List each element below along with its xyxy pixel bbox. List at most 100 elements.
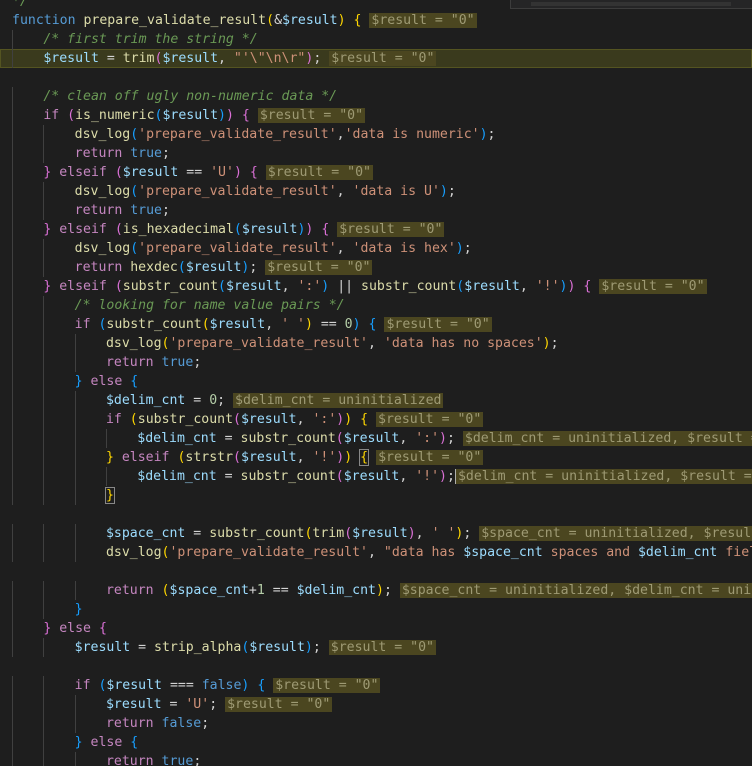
code-line[interactable] bbox=[0, 657, 752, 676]
code-line[interactable] bbox=[0, 68, 752, 87]
code-line[interactable]: return true; bbox=[0, 144, 752, 163]
code-token: function bbox=[12, 13, 76, 28]
code-line[interactable]: } else { bbox=[0, 372, 752, 391]
code-token: ; bbox=[550, 336, 559, 351]
code-line[interactable]: $delim_cnt = substr_count($result, ':');… bbox=[0, 429, 752, 448]
code-line[interactable]: $space_cnt = substr_count(trim($result),… bbox=[0, 524, 752, 543]
code-token: ':' bbox=[415, 431, 440, 446]
code-line[interactable]: } bbox=[0, 600, 752, 619]
code-line[interactable]: $delim_cnt = substr_count($result, '!');… bbox=[0, 467, 752, 486]
code-token: & bbox=[274, 13, 283, 28]
code-token: , bbox=[415, 526, 432, 541]
indent-guide bbox=[12, 391, 13, 410]
code-line[interactable]: if ($result === false) { $result = "0" bbox=[0, 676, 752, 695]
code-token: ) bbox=[304, 640, 313, 655]
code-token: = bbox=[216, 469, 241, 484]
code-line[interactable]: if (substr_count($result, ':')) { $resul… bbox=[0, 410, 752, 429]
code-token: == bbox=[264, 583, 297, 598]
code-line[interactable]: dsv_log('prepare_validate_result', 'data… bbox=[0, 182, 752, 201]
code-token: 'data is hex' bbox=[352, 241, 456, 256]
code-line[interactable]: } elseif (substr_count($result, ':') || … bbox=[0, 277, 752, 296]
code-editor[interactable]: */function prepare_validate_result(&$res… bbox=[0, 0, 752, 766]
inline-debug-value: $result = "0" bbox=[337, 222, 445, 237]
code-line[interactable]: return hexdec($result); $result = "0" bbox=[0, 258, 752, 277]
code-token: elseif bbox=[59, 279, 107, 294]
indent-guide bbox=[12, 619, 13, 638]
code-line[interactable]: dsv_log('prepare_validate_result', "data… bbox=[0, 543, 752, 562]
code-line[interactable]: /* looking for name value pairs */ bbox=[0, 296, 752, 315]
indent-guide bbox=[12, 258, 13, 277]
code-line[interactable]: /* clean off ugly non-numeric data */ bbox=[0, 87, 752, 106]
code-token: ) bbox=[439, 431, 447, 446]
code-token: /* first trim the string */ bbox=[43, 32, 258, 47]
code-token: false bbox=[201, 678, 242, 693]
code-line[interactable]: } elseif (strstr($result, '!')) { $resul… bbox=[0, 448, 752, 467]
code-line[interactable]: dsv_log('prepare_validate_result', 'data… bbox=[0, 334, 752, 353]
code-line[interactable]: } elseif (is_hexadecimal($result)) { $re… bbox=[0, 220, 752, 239]
code-token: $result bbox=[464, 279, 520, 294]
indent-guide bbox=[43, 182, 45, 201]
find-widget-edge bbox=[510, 0, 752, 9]
code-line[interactable] bbox=[0, 562, 752, 581]
code-line[interactable]: return false; bbox=[0, 714, 752, 733]
code-token: ; bbox=[217, 393, 234, 408]
code-line[interactable]: return true; bbox=[0, 201, 752, 220]
code-token: hexdec bbox=[130, 260, 178, 275]
code-token: ( bbox=[233, 412, 241, 427]
code-line[interactable]: } else { bbox=[0, 619, 752, 638]
indent-guide bbox=[43, 581, 45, 600]
code-line[interactable]: /* first trim the string */ bbox=[0, 30, 752, 49]
indent-guide bbox=[12, 334, 13, 353]
indent-guide bbox=[12, 543, 13, 562]
code-line[interactable]: if (is_numeric($result)) { $result = "0" bbox=[0, 106, 752, 125]
code-token: dsv_log bbox=[74, 184, 131, 199]
indent-guide bbox=[12, 524, 13, 543]
code-line[interactable]: if (substr_count($result, ' ') == 0) { $… bbox=[0, 315, 752, 334]
code-line[interactable]: $delim_cnt = 0; $delim_cnt = uninitializ… bbox=[0, 391, 752, 410]
code-line[interactable]: return true; bbox=[0, 353, 752, 372]
indent-guide bbox=[12, 467, 13, 486]
code-line[interactable]: } else { bbox=[0, 733, 752, 752]
code-token: } bbox=[105, 450, 114, 465]
code-line[interactable] bbox=[0, 505, 752, 524]
inline-debug-value: $result = "0" bbox=[376, 450, 484, 465]
code-line[interactable]: dsv_log('prepare_validate_result', 'data… bbox=[0, 239, 752, 258]
code-token: $space_cnt bbox=[105, 526, 186, 541]
indent-guide bbox=[105, 467, 107, 486]
code-token: prepare_validate_result bbox=[83, 13, 267, 28]
code-text: if ($result === false) { $result = "0" bbox=[75, 676, 381, 695]
code-token: return bbox=[74, 146, 123, 161]
code-token: { bbox=[130, 374, 139, 389]
code-token: if bbox=[105, 412, 122, 427]
code-token: ( bbox=[218, 279, 226, 294]
code-token: ; bbox=[463, 526, 480, 541]
code-line[interactable]: return ($space_cnt+1 == $delim_cnt); $sp… bbox=[0, 581, 752, 600]
indent-guide bbox=[43, 144, 45, 163]
indent-guide bbox=[12, 106, 13, 125]
code-token: = bbox=[161, 697, 186, 712]
indent-guide bbox=[74, 714, 76, 733]
code-text: } bbox=[104, 486, 115, 505]
indent-guide bbox=[12, 239, 13, 258]
code-line[interactable]: $result = strip_alpha($result); $result … bbox=[0, 638, 752, 657]
code-line[interactable]: function prepare_validate_result(&$resul… bbox=[0, 11, 752, 30]
code-line[interactable]: return true; bbox=[0, 752, 752, 766]
code-line[interactable]: $result = trim($result, "'\"\n\r"); $res… bbox=[0, 49, 752, 68]
code-line[interactable]: } elseif ($result == 'U') { $result = "0… bbox=[0, 163, 752, 182]
code-token: ; bbox=[201, 716, 210, 731]
code-token: trim bbox=[312, 526, 345, 541]
code-line[interactable]: $result = 'U'; $result = "0" bbox=[0, 695, 752, 714]
indent-guide bbox=[43, 638, 45, 657]
code-token: == bbox=[178, 165, 211, 180]
code-token: is_numeric bbox=[75, 108, 155, 123]
code-line[interactable]: } bbox=[0, 486, 752, 505]
code-text: $delim_cnt = substr_count($result, '!');… bbox=[137, 467, 752, 486]
code-line[interactable]: dsv_log('prepare_validate_result','data … bbox=[0, 125, 752, 144]
indent-guide bbox=[12, 220, 13, 239]
